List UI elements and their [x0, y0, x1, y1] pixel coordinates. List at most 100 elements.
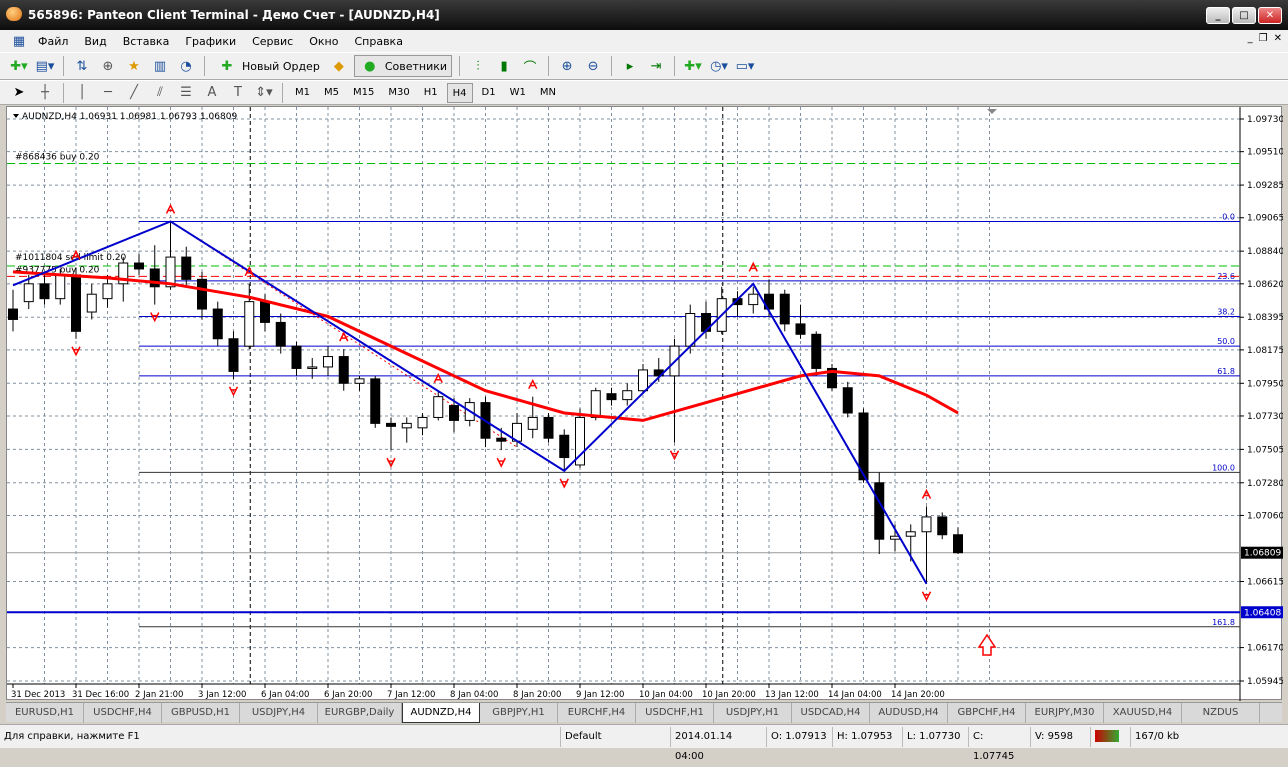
close-button[interactable]: ✕	[1258, 7, 1282, 24]
drawing-toolbar: ➤ ┼ │ ─ ╱ ⫽ ☰ A T ⇕▾ M1 M5 M15 M30 H1 H4…	[0, 80, 1288, 105]
timeframe-m1[interactable]: M1	[290, 83, 315, 103]
new-chart-icon[interactable]: ✚▾	[8, 56, 30, 76]
text-label-icon[interactable]: T	[227, 83, 249, 103]
chart-tab[interactable]: XAUUSD,H4	[1104, 703, 1182, 723]
chart-tab[interactable]: GBPCHF,H4	[948, 703, 1026, 723]
horizontal-line-icon[interactable]: ─	[97, 83, 119, 103]
strategy-tester-icon[interactable]: ◔	[175, 56, 197, 76]
chart-tab[interactable]: USDJPY,H1	[714, 703, 792, 723]
templates-icon[interactable]: ▭▾	[734, 56, 756, 76]
new-order-button[interactable]: ✚ Новый Ордер	[212, 55, 324, 77]
chart-tab[interactable]: GBPUSD,H1	[162, 703, 240, 723]
fibo-level-label: 50.0	[1217, 337, 1235, 346]
arrows-icon[interactable]: ⇕▾	[253, 83, 275, 103]
profiles-icon[interactable]: ▤▾	[34, 56, 56, 76]
chart-tab[interactable]: AUDNZD,H4	[402, 703, 480, 723]
chart-shift-icon[interactable]: ⇥	[645, 56, 667, 76]
vertical-line-icon[interactable]: │	[71, 83, 93, 103]
zoom-out-icon[interactable]: ⊖	[582, 56, 604, 76]
candle-bearish	[181, 256, 192, 280]
menu-insert[interactable]: Вставка	[115, 35, 178, 48]
menu-file[interactable]: Файл	[30, 35, 76, 48]
candle-bullish	[23, 283, 34, 303]
menu-help[interactable]: Справка	[346, 35, 410, 48]
navigator-icon[interactable]: ★	[123, 56, 145, 76]
candle-bearish	[212, 308, 223, 340]
divider	[282, 82, 283, 103]
menu-charts[interactable]: Графики	[177, 35, 244, 48]
indicators-icon[interactable]: ✚▾	[682, 56, 704, 76]
timeframe-h1[interactable]: H1	[419, 83, 443, 103]
child-close-button[interactable]: ✕	[1274, 33, 1282, 44]
candle-bullish	[307, 366, 318, 369]
line-chart-icon[interactable]: ⌒	[519, 56, 541, 76]
chart-tab[interactable]: USDJPY,H4	[240, 703, 318, 723]
time-tick-label: 2 Jan 21:00	[135, 690, 183, 700]
candle-bullish	[417, 416, 428, 429]
bar-volume: V: 9598	[1030, 726, 1090, 747]
price-tick-label: 1.07950	[1247, 379, 1283, 389]
market-watch-icon[interactable]: ⇅	[71, 56, 93, 76]
menu-view[interactable]: Вид	[76, 35, 114, 48]
chart-header: AUDNZD,H4 1.06931 1.06981 1.06793 1.0680…	[22, 112, 237, 122]
chart-tab[interactable]: EURJPY,M30	[1026, 703, 1104, 723]
chart-tab[interactable]: NZDUS	[1182, 703, 1260, 723]
up-arrow-icon	[977, 633, 997, 656]
price-tick-label: 1.06170	[1247, 644, 1283, 654]
chart-tab[interactable]: EURUSD,H1	[6, 703, 84, 723]
candle-bearish	[795, 323, 806, 335]
cursor-icon[interactable]: ➤	[8, 83, 30, 103]
data-window-icon[interactable]: ⊕	[97, 56, 119, 76]
trendline-icon[interactable]: ╱	[123, 83, 145, 103]
window-title: 565896: Panteon Client Terminal - Демо С…	[28, 8, 440, 22]
child-minimize-button[interactable]: _	[1248, 33, 1253, 44]
menu-window[interactable]: Окно	[301, 35, 346, 48]
chart-canvas[interactable]: 1.09730 1.09510 1.09285 1.09065 1.08840 1.086…	[7, 107, 1283, 701]
child-restore-button[interactable]: ❐	[1259, 33, 1268, 44]
fibonacci-icon[interactable]: ☰	[175, 83, 197, 103]
chart-window-icon[interactable]: ▦	[8, 31, 30, 51]
terminal-icon[interactable]: ▥	[149, 56, 171, 76]
experts-button[interactable]: ● Советники	[353, 55, 453, 77]
zoom-in-icon[interactable]: ⊕	[556, 56, 578, 76]
warning-icon[interactable]: ◆	[328, 56, 350, 76]
candle-bearish	[134, 262, 144, 270]
connection-icon	[1090, 726, 1130, 747]
chart-tab[interactable]: AUDUSD,H4	[870, 703, 948, 723]
chart-tab[interactable]: EURCHF,H4	[558, 703, 636, 723]
bar-chart-icon[interactable]: ⫶	[467, 56, 489, 76]
chart-tab[interactable]: EURGBP,Daily	[318, 703, 402, 723]
candle-bearish	[197, 278, 207, 310]
minimize-button[interactable]: _	[1206, 7, 1230, 24]
timeframe-m30[interactable]: M30	[383, 83, 414, 103]
timeframe-m5[interactable]: M5	[319, 83, 344, 103]
candle-bullish	[590, 390, 601, 418]
chart-tab[interactable]: USDCHF,H1	[636, 703, 714, 723]
divider	[674, 56, 676, 76]
candlestick-icon[interactable]: ▮	[493, 56, 515, 76]
chart-tab[interactable]: USDCHF,H4	[84, 703, 162, 723]
periods-icon[interactable]: ◷▾	[708, 56, 730, 76]
price-chart[interactable]: 1.09730 1.09510 1.09285 1.09065 1.08840 1.086…	[6, 106, 1283, 701]
chart-tab[interactable]: GBPJPY,H1	[480, 703, 558, 723]
bar-low: L: 1.07730	[902, 726, 968, 747]
candle-bearish	[559, 434, 570, 459]
text-icon[interactable]: A	[201, 83, 223, 103]
menu-tools[interactable]: Сервис	[244, 35, 301, 48]
maximize-button[interactable]: □	[1232, 7, 1256, 24]
chart-tab[interactable]: USDCAD,H4	[792, 703, 870, 723]
timeframe-w1[interactable]: W1	[505, 83, 531, 103]
time-tick-label: 10 Jan 04:00	[639, 690, 693, 700]
timeframe-h4[interactable]: H4	[446, 82, 473, 103]
bar-open: O: 1.07913	[766, 726, 832, 747]
crosshair-icon[interactable]: ┼	[34, 83, 56, 103]
candle-bearish	[543, 416, 554, 439]
fractal-up-icon	[339, 331, 349, 342]
time-tick-label: 13 Jan 12:00	[765, 690, 819, 700]
auto-scroll-icon[interactable]: ▸	[619, 56, 641, 76]
timeframe-m15[interactable]: M15	[348, 83, 379, 103]
equidistant-channel-icon[interactable]: ⫽	[149, 83, 171, 103]
timeframe-mn[interactable]: MN	[535, 83, 561, 103]
app-logo-icon	[6, 7, 22, 21]
timeframe-d1[interactable]: D1	[477, 83, 501, 103]
